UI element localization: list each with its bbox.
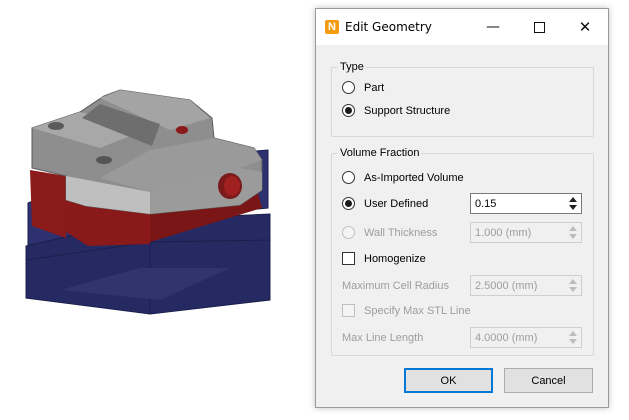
dialog-title: Edit Geometry [345,20,432,34]
specify-max-stl-checkbox[interactable] [342,304,355,317]
spin-down-icon[interactable] [569,287,577,292]
specify-max-stl-row[interactable]: Specify Max STL Line [342,304,471,317]
wall-thickness-spinbox[interactable]: 1.000 (mm) [470,222,582,243]
radio-button-selected[interactable] [342,104,355,117]
spin-arrows[interactable] [566,195,580,212]
minimize-button[interactable]: — [470,9,516,45]
user-defined-value[interactable]: 0.15 [475,198,496,210]
radio-wall-thickness-label: Wall Thickness [364,226,438,239]
maximize-button[interactable] [516,9,562,45]
radio-support-structure[interactable]: Support Structure [342,104,450,117]
close-button[interactable]: ✕ [562,9,608,45]
spin-up-icon[interactable] [569,226,577,231]
max-line-length-value: 4.0000 (mm) [475,332,538,344]
title-bar[interactable]: N Edit Geometry — ✕ [316,9,608,45]
maximize-icon [533,21,545,33]
spin-down-icon[interactable] [569,234,577,239]
geometry-render [25,89,271,315]
cancel-button[interactable]: Cancel [504,368,593,393]
ok-button[interactable]: OK [404,368,493,393]
max-cell-radius-label: Maximum Cell Radius [342,280,449,292]
type-group-title: Type [338,61,366,73]
spin-arrows[interactable] [566,224,580,241]
radio-button-selected[interactable] [342,197,355,210]
app-logo-icon: N [325,20,339,34]
homogenize-label: Homogenize [364,252,426,265]
radio-part-label: Part [364,81,385,94]
radio-part[interactable]: Part [342,81,384,94]
max-cell-radius-spinbox[interactable]: 2.5000 (mm) [470,275,582,296]
spin-up-icon[interactable] [569,197,577,202]
max-cell-radius-value: 2.5000 (mm) [475,280,538,292]
3d-viewport[interactable] [0,0,315,420]
radio-button-disabled[interactable] [342,226,355,239]
volume-fraction-group-title: Volume Fraction [338,147,422,159]
radio-button[interactable] [342,81,355,94]
homogenize-checkbox[interactable] [342,252,355,265]
spin-up-icon[interactable] [569,331,577,336]
spin-down-icon[interactable] [569,205,577,210]
specify-max-stl-label: Specify Max STL Line [364,304,471,317]
minimize-icon: — [486,19,500,35]
spin-up-icon[interactable] [569,279,577,284]
max-line-length-spinbox[interactable]: 4.0000 (mm) [470,327,582,348]
radio-support-structure-label: Support Structure [364,104,451,117]
type-group: Type [331,61,594,137]
homogenize-checkbox-row[interactable]: Homogenize [342,252,426,265]
radio-button[interactable] [342,171,355,184]
radio-user-defined-label: User Defined [364,197,429,210]
radio-user-defined[interactable]: User Defined [342,197,428,210]
wall-thickness-value: 1.000 (mm) [475,227,532,239]
spin-arrows[interactable] [566,277,580,294]
edit-geometry-dialog: N Edit Geometry — ✕ Type Part Support St… [315,8,609,408]
close-icon: ✕ [578,18,592,36]
radio-as-imported-volume[interactable]: As-Imported Volume [342,171,464,184]
max-line-length-label: Max Line Length [342,332,424,344]
radio-as-imported-volume-label: As-Imported Volume [364,171,464,184]
radio-wall-thickness[interactable]: Wall Thickness [342,226,437,239]
spin-down-icon[interactable] [569,339,577,344]
user-defined-spinbox[interactable]: 0.15 [470,193,582,214]
spin-arrows[interactable] [566,329,580,346]
